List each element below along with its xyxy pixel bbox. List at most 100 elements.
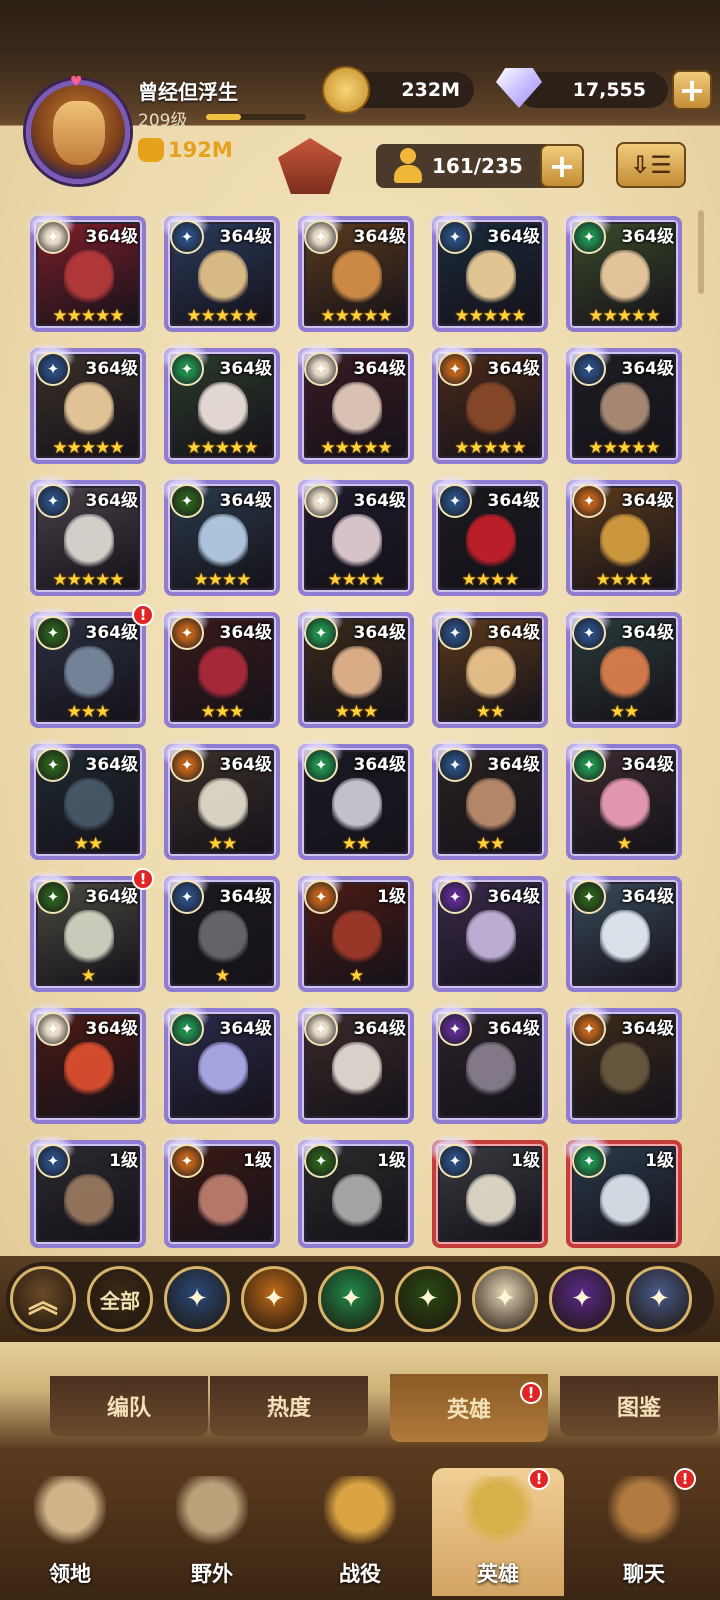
xp-bar <box>206 114 306 120</box>
tab-label: 编队 <box>106 1396 151 1421</box>
hero-level: 1级 <box>109 1151 138 1171</box>
hero-stars: ★★★★★ <box>588 306 660 326</box>
tab-1[interactable]: 热度 <box>210 1376 368 1436</box>
player-power: 192M <box>138 138 233 162</box>
crossed-swords-icon <box>324 1476 396 1546</box>
hero-stars: ★★★★ <box>193 570 252 590</box>
hero-level: 364级 <box>353 359 407 379</box>
hero-face <box>466 910 516 966</box>
hero-face <box>64 250 114 306</box>
hero-face <box>466 1174 516 1230</box>
person-icon <box>392 148 422 184</box>
hero-level: 364级 <box>353 227 407 247</box>
lightbearer-faction-icon: ✦ <box>438 484 472 518</box>
filter-graveborn[interactable]: ✦ <box>395 1266 461 1332</box>
nav-0[interactable]: 领地 <box>4 1468 136 1596</box>
hero-face <box>466 514 516 570</box>
sort-button[interactable]: ⇩☰ <box>616 142 686 188</box>
wilder-faction-icon: ✦ <box>304 616 338 650</box>
hero-level: 364级 <box>353 1019 407 1039</box>
hero-level: 364级 <box>621 359 675 379</box>
filter-mauler[interactable]: ✦ <box>241 1266 307 1332</box>
chat-icon <box>608 1476 680 1546</box>
filter-lightbearer[interactable]: ✦ <box>164 1266 230 1332</box>
player-name: 曾经但浮生 <box>138 80 238 104</box>
hero-level: 364级 <box>487 227 541 247</box>
filter-hypogean[interactable]: ✦ <box>549 1266 615 1332</box>
tab-0[interactable]: 编队 <box>50 1376 208 1436</box>
hero-level: 364级 <box>85 623 139 643</box>
lightbearer-faction-icon: ✦ <box>170 220 204 254</box>
hero-face <box>198 1042 248 1098</box>
lightbearer-faction-icon: ✦ <box>170 880 204 914</box>
hero-face <box>64 514 114 570</box>
collapse-button[interactable]: ︽ <box>10 1266 76 1332</box>
hero-face <box>600 1174 650 1230</box>
filter-celestial[interactable]: ✦ <box>472 1266 538 1332</box>
wilder-faction-icon: ✦ <box>572 1144 606 1178</box>
tab-3[interactable]: 图鉴 <box>560 1376 718 1436</box>
nav-1[interactable]: 野外 <box>146 1468 278 1596</box>
mauler-faction-icon: ✦ <box>572 484 606 518</box>
celestial-faction-icon: ✦ <box>304 1012 338 1046</box>
hero-stars: ★★★★★ <box>52 438 124 458</box>
hero-face <box>332 778 382 834</box>
celestial-faction-icon: ✦ <box>36 1012 70 1046</box>
hero-stars: ★ <box>80 966 96 986</box>
hero-face <box>64 1042 114 1098</box>
scrollbar[interactable] <box>698 210 704 294</box>
hero-stars: ★★★★★ <box>52 570 124 590</box>
hero-stars: ★★★★★ <box>320 438 392 458</box>
filter-wilder[interactable]: ✦ <box>318 1266 384 1332</box>
hero-level: 364级 <box>85 755 139 775</box>
celestial-faction-icon: ✦ <box>304 484 338 518</box>
mauler-faction-icon: ✦ <box>170 748 204 782</box>
hero-stars: ★★★★★ <box>186 438 258 458</box>
hero-level: 364级 <box>621 227 675 247</box>
hero-face <box>332 910 382 966</box>
celestial-faction-icon: ✦ <box>36 220 70 254</box>
mauler-icon: ✦ <box>263 1284 285 1314</box>
hero-stars: ★★ <box>475 834 505 854</box>
wilder-faction-icon: ✦ <box>572 220 606 254</box>
lightbearer-faction-icon: ✦ <box>36 352 70 386</box>
hero-level: 1级 <box>243 1151 272 1171</box>
hero-level: 364级 <box>85 227 139 247</box>
hero-face <box>198 778 248 834</box>
hero-level: 364级 <box>85 359 139 379</box>
tab-label: 热度 <box>266 1396 311 1421</box>
hero-level: 364级 <box>487 491 541 511</box>
hero-level: 1级 <box>377 887 406 907</box>
hero-stars: ★★ <box>475 702 505 722</box>
filter-all[interactable]: 全部 <box>87 1266 153 1332</box>
hero-face <box>600 250 650 306</box>
nav-2[interactable]: 战役 <box>294 1468 426 1596</box>
hero-level: 364级 <box>219 623 273 643</box>
hero-face <box>64 1174 114 1230</box>
hero-level: 364级 <box>487 1019 541 1039</box>
mauler-faction-icon: ✦ <box>170 616 204 650</box>
tab-label: 英雄 <box>446 1398 491 1423</box>
castle-icon <box>34 1476 106 1546</box>
player-avatar[interactable] <box>26 80 130 184</box>
add-diamonds-button[interactable]: + <box>672 70 712 110</box>
hero-stars: ★★★★★ <box>320 306 392 326</box>
expand-roster-button[interactable]: + <box>540 144 584 188</box>
hero-stars: ★★ <box>341 834 371 854</box>
hero-face <box>332 382 382 438</box>
hero-level: 364级 <box>353 623 407 643</box>
helmet-icon <box>462 1476 534 1546</box>
gold-coin-icon <box>322 66 370 114</box>
graveborn-faction-icon: ✦ <box>170 484 204 518</box>
xp-bar-fill <box>206 114 241 120</box>
hero-face <box>466 646 516 702</box>
hero-stars: ★★★★ <box>461 570 520 590</box>
hero-level: 364级 <box>353 491 407 511</box>
diamond-value: 17,555 <box>572 79 646 101</box>
hero-face <box>64 910 114 966</box>
gold-value: 232M <box>401 79 460 101</box>
hero-face <box>64 778 114 834</box>
mauler-faction-icon: ✦ <box>438 352 472 386</box>
hero-level: 364级 <box>621 1019 675 1039</box>
filter-dimensional[interactable]: ✦ <box>626 1266 692 1332</box>
